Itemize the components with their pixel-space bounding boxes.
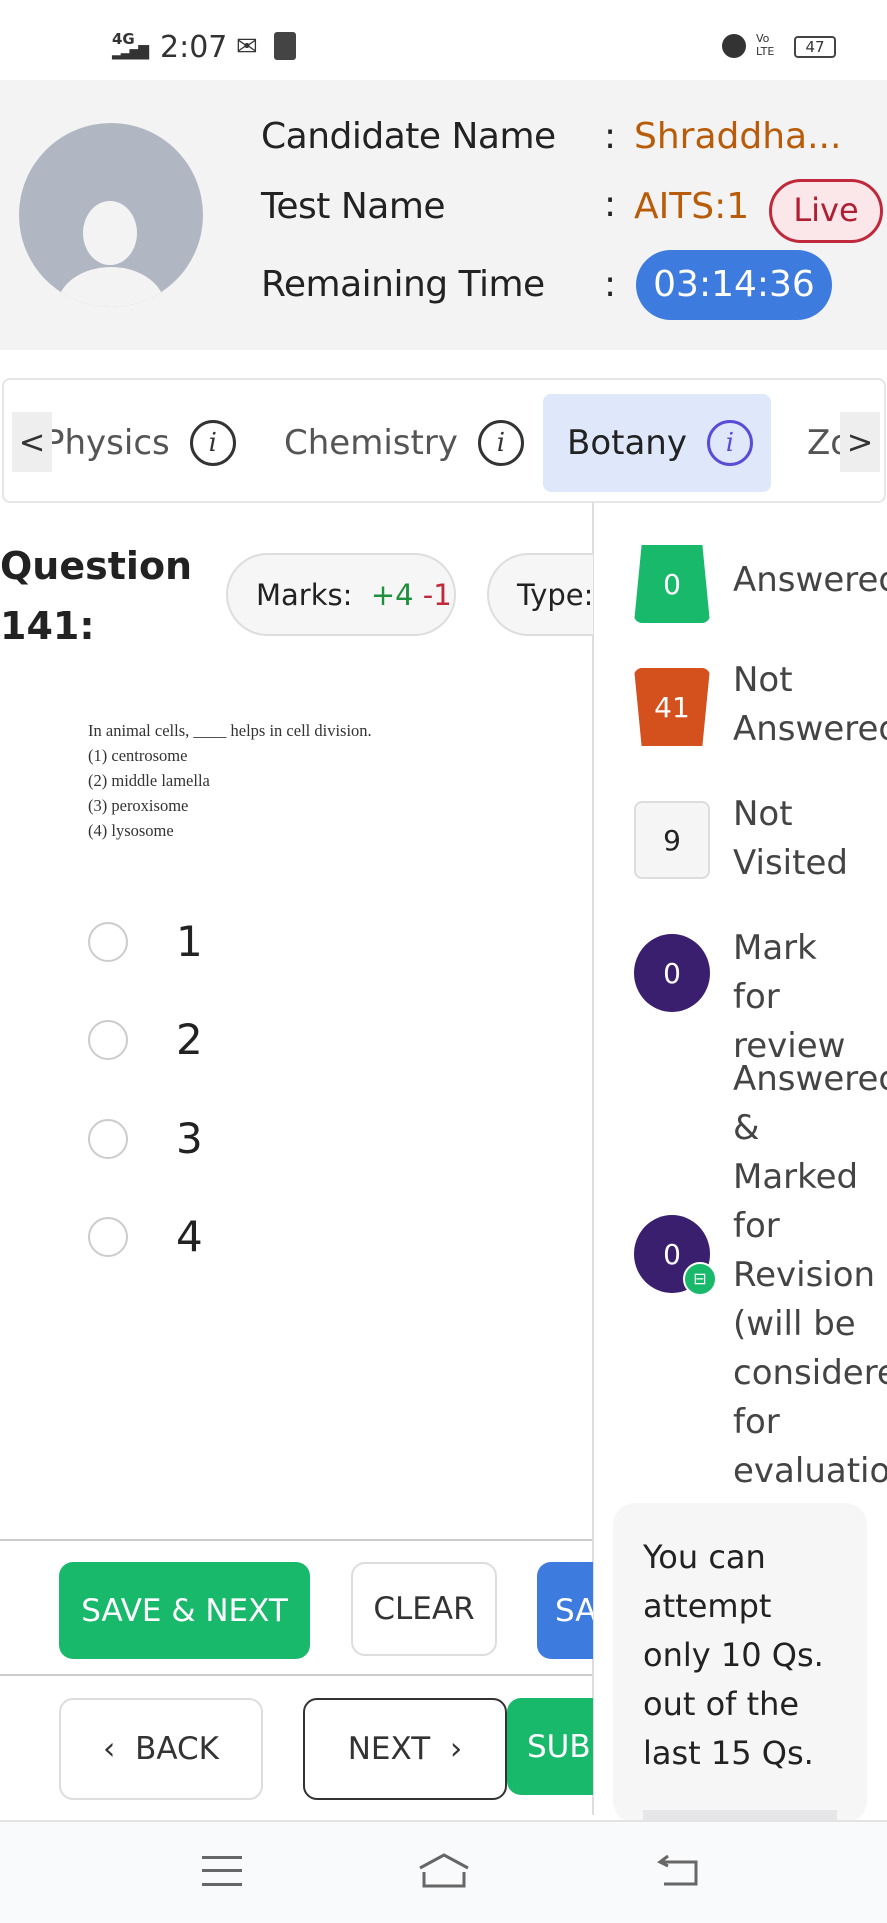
save-next-button[interactable]: SAVE & NEXT [59,1562,310,1659]
radio-button[interactable] [88,1118,128,1159]
marks-negative: -1 [422,577,452,612]
info-icon[interactable]: i [706,420,753,466]
choice-text: (4) lysosome [88,821,174,840]
mail-icon: ✉ [236,32,258,62]
candidate-name-label: Candidate Name [261,116,556,157]
mark-review-badge: 0 [634,934,710,1012]
choice-text: (3) peroxisome [88,796,189,815]
clock-time: 2:07 [160,30,228,65]
choice-text: (2) middle lamella [88,771,210,790]
info-icon[interactable]: i [189,420,236,466]
status-bar: 4G ▂▃▅▇ 2:07 ✉ Vo LTE 47 [0,0,887,80]
option-4[interactable]: 4 [88,1212,203,1261]
option-label: 3 [176,1114,203,1163]
option-3[interactable]: 3 [88,1114,203,1163]
colon: : [604,184,617,225]
home-icon[interactable] [418,1852,470,1890]
question-number: 141: [0,604,95,648]
option-label: 1 [176,917,203,966]
info-icon[interactable]: i [477,420,524,466]
candidate-header: Candidate Name : Shraddha... Test Name :… [0,80,887,350]
back-nav-icon[interactable] [656,1852,700,1890]
submit-button[interactable]: SUB [507,1698,593,1795]
divider [0,1539,592,1541]
marks-positive: +4 [370,577,414,612]
not-answered-label: Not Answered [733,660,887,749]
attempt-limit-notice: You can attempt only 10 Qs. out of the l… [613,1503,867,1823]
badge-count: 0 [663,1237,681,1271]
menu-icon[interactable] [202,1856,242,1886]
not-visited-label: Not Visited [733,794,848,883]
facebook-icon [274,32,296,60]
type-label: Type: [517,577,594,612]
type-pill: Type: [487,553,594,636]
remaining-time-label: Remaining Time [261,264,545,305]
not-visited-badge: 9 [634,801,710,879]
option-1[interactable]: 1 [88,917,203,966]
test-name-label: Test Name [261,186,446,227]
chevron-left-icon: ‹ [102,1731,136,1767]
colon: : [604,116,617,157]
tab-chemistry[interactable]: Chemistry i [284,394,524,492]
android-nav-bar [0,1820,887,1923]
volte-icon: Vo LTE [756,32,775,58]
mark-review-label: Mark for review [733,928,846,1066]
candidate-name-value: Shraddha... [634,116,842,157]
question-stem: In animal cells, ____ helps in cell divi… [88,721,372,740]
avatar [19,123,203,307]
radio-button[interactable] [88,921,128,962]
divider [0,1674,592,1676]
option-2[interactable]: 2 [88,1015,203,1064]
radio-button[interactable] [88,1216,128,1257]
save-mark-button[interactable]: SA [537,1562,593,1659]
option-label: 4 [176,1212,203,1261]
tab-physics[interactable]: Physics i [44,394,236,492]
marks-label: Marks: [256,577,353,612]
not-answered-badge: 41 [634,668,710,746]
colon: : [604,264,617,305]
saved-icon: ⊟ [683,1262,717,1296]
chevron-right-icon: › [430,1731,463,1767]
back-button[interactable]: ‹ BACK [59,1698,263,1800]
answered-badge: 0 [634,545,710,623]
tab-label: Botany [567,423,687,463]
back-label: BACK [135,1731,219,1767]
tab-label: Physics [44,423,170,463]
battery-icon: 47 [794,36,836,58]
test-name-value: AITS:1 [634,186,750,227]
question-text: In animal cells, ____ helps in cell divi… [88,718,372,843]
next-button[interactable]: NEXT › [303,1698,507,1800]
notice-text: You can attempt only 10 Qs. out of the l… [643,1538,824,1772]
alarm-icon [722,34,746,58]
scroll-right-button[interactable]: > [840,412,880,472]
live-badge: Live [769,179,883,243]
question-title-line: Question [0,544,193,588]
answered-marked-label: Answered & Marked for Revision (will be … [733,1059,887,1491]
option-label: 2 [176,1015,203,1064]
tab-botany[interactable]: Botany i [543,394,771,492]
notice-bar [643,1810,837,1820]
answered-label: Answered [733,560,887,600]
choice-text: (1) centrosome [88,746,188,765]
marks-pill: Marks: +4 -1 [226,553,456,636]
clear-button[interactable]: CLEAR [351,1562,497,1656]
signal-icon: ▂▃▅▇ [112,44,149,60]
radio-button[interactable] [88,1019,128,1060]
timer-badge: 03:14:36 [636,250,832,320]
question-title: Question 141: [0,536,192,656]
scroll-left-button[interactable]: < [12,412,52,472]
subject-tabs: Physics i Chemistry i Botany i Zo < > [2,378,886,503]
tab-label: Chemistry [284,423,458,463]
next-label: NEXT [347,1731,431,1767]
